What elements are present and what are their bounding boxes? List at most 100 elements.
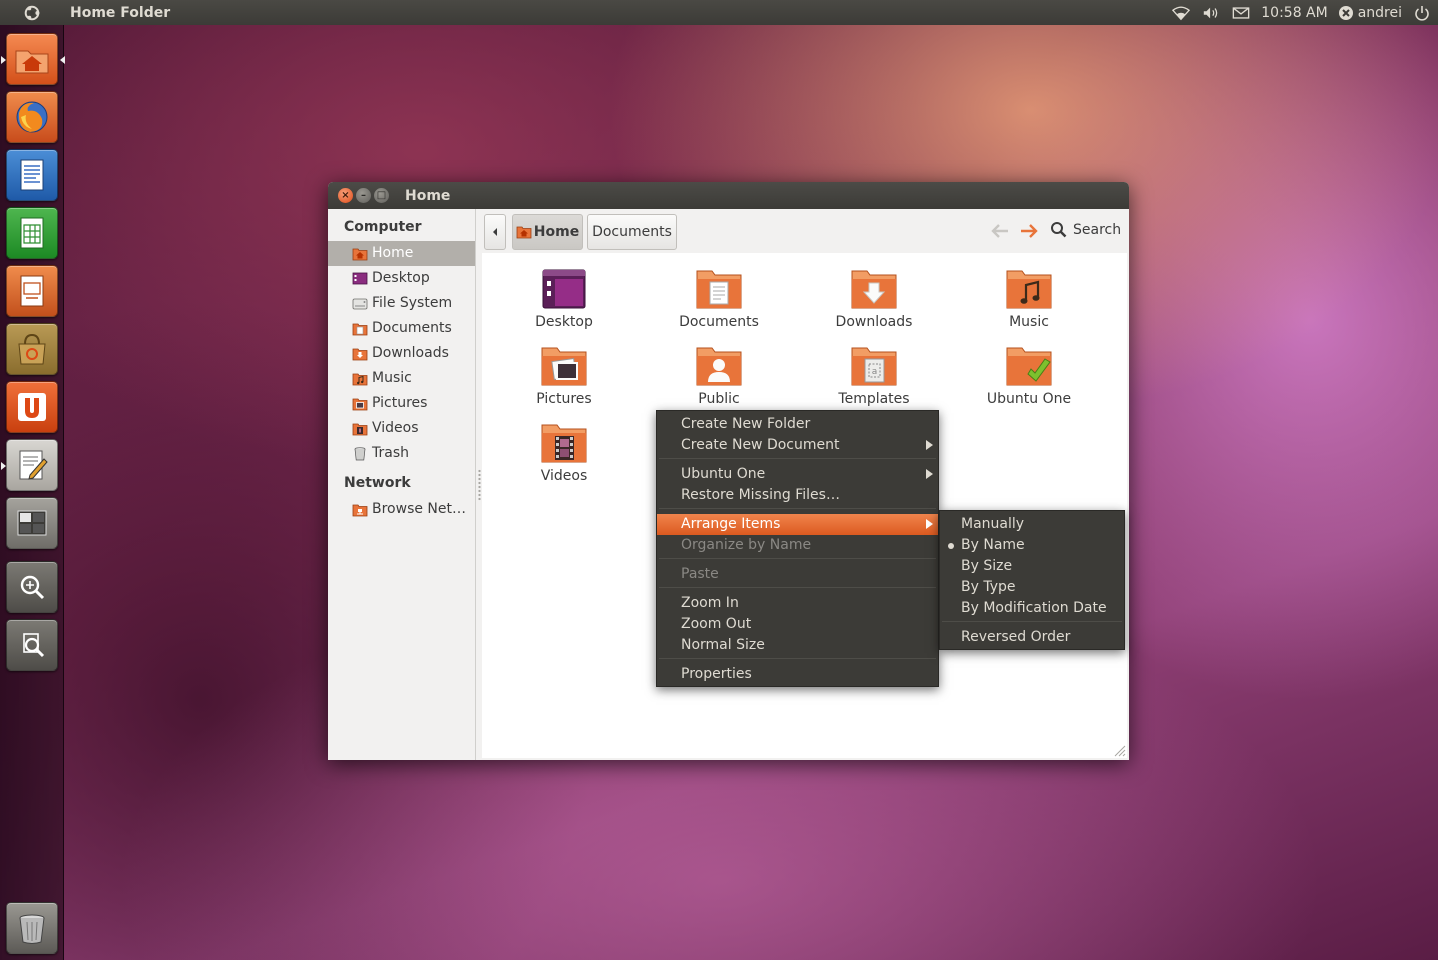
menu-item-organize-by-name[interactable]: Organize by Name [657, 535, 938, 556]
submenu-item-by-type[interactable]: By Type [940, 577, 1124, 598]
breadcrumb-home[interactable]: Home [512, 214, 583, 250]
folder-item-music[interactable]: Music [969, 267, 1089, 330]
submenu-item-by-size[interactable]: By Size [940, 556, 1124, 577]
radio-selected-icon [948, 543, 954, 549]
desktop-icon [352, 272, 368, 285]
menu-item-zoom-in[interactable]: Zoom In [657, 593, 938, 614]
window-close-button[interactable]: × [338, 188, 353, 203]
launcher-text-editor[interactable] [1, 439, 58, 491]
pictures-folder-icon [352, 398, 368, 411]
window-minimize-button[interactable]: – [356, 188, 371, 203]
folder-item-templates[interactable]: a Templates [814, 344, 934, 407]
breadcrumb-label: Documents [592, 224, 672, 240]
menu-item-zoom-out[interactable]: Zoom Out [657, 614, 938, 635]
menu-item-label: Restore Missing Files… [681, 487, 840, 503]
sidebar-item-pictures[interactable]: Pictures [328, 391, 475, 416]
running-indicator [1, 56, 6, 64]
sidebar-item-downloads[interactable]: Downloads [328, 341, 475, 366]
folder-item-videos[interactable]: Videos [504, 421, 624, 484]
window-maximize-button[interactable]: □ [374, 188, 389, 203]
folder-item-label: Pictures [536, 391, 592, 407]
wifi-icon[interactable] [1171, 3, 1191, 23]
folder-item-public[interactable]: Public [659, 344, 779, 407]
clock[interactable]: 10:58 AM [1261, 5, 1327, 21]
launcher-home-folder[interactable] [1, 33, 65, 85]
mail-icon[interactable] [1231, 3, 1251, 23]
menu-item-properties[interactable]: Properties [657, 664, 938, 685]
sidebar-resize-handle[interactable] [478, 469, 481, 501]
launcher-trash[interactable] [6, 902, 58, 954]
launcher-apps-lens[interactable] [6, 561, 58, 613]
ubuntu-logo-icon[interactable] [0, 0, 64, 25]
submenu-item-by-modification-date[interactable]: By Modification Date [940, 598, 1124, 619]
menu-item-paste[interactable]: Paste [657, 564, 938, 585]
submenu-item-by-name[interactable]: By Name [940, 535, 1124, 556]
menu-item-normal-size[interactable]: Normal Size [657, 635, 938, 656]
launcher-workspace-switcher[interactable] [6, 497, 58, 549]
submenu-item-reversed-order[interactable]: Reversed Order [940, 627, 1124, 648]
sidebar-item-label: Videos [372, 420, 419, 436]
apps-lens-icon [20, 575, 45, 600]
folder-item-desktop[interactable]: Desktop [504, 267, 624, 330]
menu-separator [659, 458, 936, 459]
resize-grip-icon[interactable] [1112, 743, 1126, 757]
calc-icon [20, 217, 44, 249]
home-folder-icon [15, 50, 49, 74]
folder-item-label: Downloads [835, 314, 913, 330]
sidebar-item-label: Downloads [372, 345, 449, 361]
launcher-software-center[interactable] [6, 323, 58, 375]
launcher-firefox[interactable] [6, 91, 58, 143]
submenu-arrow-icon [926, 469, 933, 479]
volume-icon[interactable] [1201, 3, 1221, 23]
sidebar-item-label: Music [372, 370, 412, 386]
panel-window-title: Home Folder [70, 4, 171, 21]
menu-item-arrange-items[interactable]: Arrange Items [657, 514, 938, 535]
sidebar-item-file-system[interactable]: File System [328, 291, 475, 316]
power-icon[interactable] [1412, 3, 1432, 23]
menu-item-create-new-document[interactable]: Create New Document [657, 435, 938, 456]
user-menu[interactable]: andrei [1338, 3, 1402, 23]
back-arrow-icon[interactable] [990, 223, 1010, 239]
ubuntu-one-icon [18, 393, 46, 421]
breadcrumb-scroll-left-button[interactable] [484, 214, 506, 250]
indicator-area: 10:58 AM andrei [1171, 3, 1438, 23]
submenu-arrow-icon [926, 519, 933, 529]
folder-item-label: Public [698, 391, 740, 407]
desktop-folder-icon [542, 269, 586, 309]
submenu-item-manually[interactable]: Manually [940, 514, 1124, 535]
sidebar-item-browse-network[interactable]: Browse Net… [328, 497, 475, 522]
menu-item-label: By Type [961, 579, 1016, 595]
sidebar-item-label: Pictures [372, 395, 428, 411]
menu-item-label: Create New Document [681, 437, 840, 453]
launcher-libreoffice-impress[interactable] [6, 265, 58, 317]
public-folder-icon [696, 347, 742, 386]
breadcrumb-documents[interactable]: Documents [587, 214, 677, 250]
window-titlebar[interactable]: × – □ Home [328, 182, 1129, 209]
impress-icon [20, 275, 44, 307]
videos-folder-icon [352, 423, 368, 436]
sidebar-item-documents[interactable]: Documents [328, 316, 475, 341]
menu-item-restore-missing-files[interactable]: Restore Missing Files… [657, 485, 938, 506]
folder-item-ubuntu-one[interactable]: Ubuntu One [969, 344, 1089, 407]
search-button[interactable]: Search [1050, 221, 1121, 238]
forward-arrow-icon[interactable] [1019, 223, 1039, 239]
sidebar-item-music[interactable]: Music [328, 366, 475, 391]
svg-text:a: a [872, 367, 878, 377]
sidebar-item-desktop[interactable]: Desktop [328, 266, 475, 291]
sidebar-item-videos[interactable]: Videos [328, 416, 475, 441]
documents-folder-icon [696, 270, 742, 309]
launcher-files-lens[interactable] [6, 619, 58, 671]
menu-item-create-new-folder[interactable]: Create New Folder [657, 414, 938, 435]
launcher-libreoffice-calc[interactable] [6, 207, 58, 259]
launcher-libreoffice-writer[interactable] [6, 149, 58, 201]
folder-item-pictures[interactable]: Pictures [504, 344, 624, 407]
launcher-ubuntu-one[interactable] [6, 381, 58, 433]
home-folder-icon [516, 226, 532, 239]
menu-item-ubuntu-one[interactable]: Ubuntu One [657, 464, 938, 485]
sidebar-item-trash[interactable]: Trash [328, 441, 475, 466]
submenu-arrow-icon [926, 440, 933, 450]
folder-item-documents[interactable]: Documents [659, 267, 779, 330]
folder-item-downloads[interactable]: Downloads [814, 267, 934, 330]
sidebar-item-home[interactable]: Home [328, 241, 475, 266]
menu-separator [942, 621, 1122, 622]
